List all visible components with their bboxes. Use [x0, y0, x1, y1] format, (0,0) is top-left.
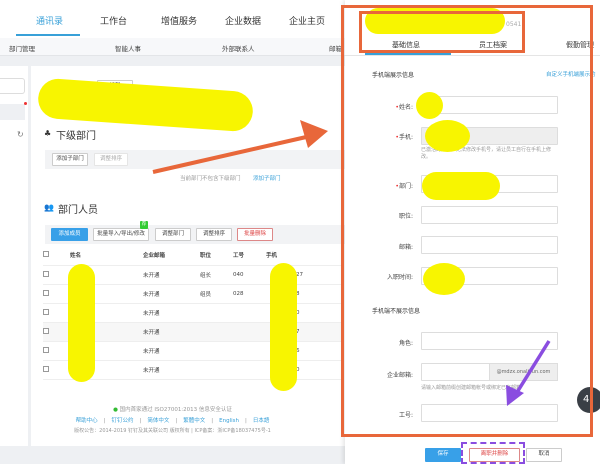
orange-arrow: [152, 133, 316, 174]
annotation-arrows: [152, 120, 551, 406]
purple-arrow: [514, 340, 551, 395]
orange-arrowhead: [300, 120, 328, 148]
